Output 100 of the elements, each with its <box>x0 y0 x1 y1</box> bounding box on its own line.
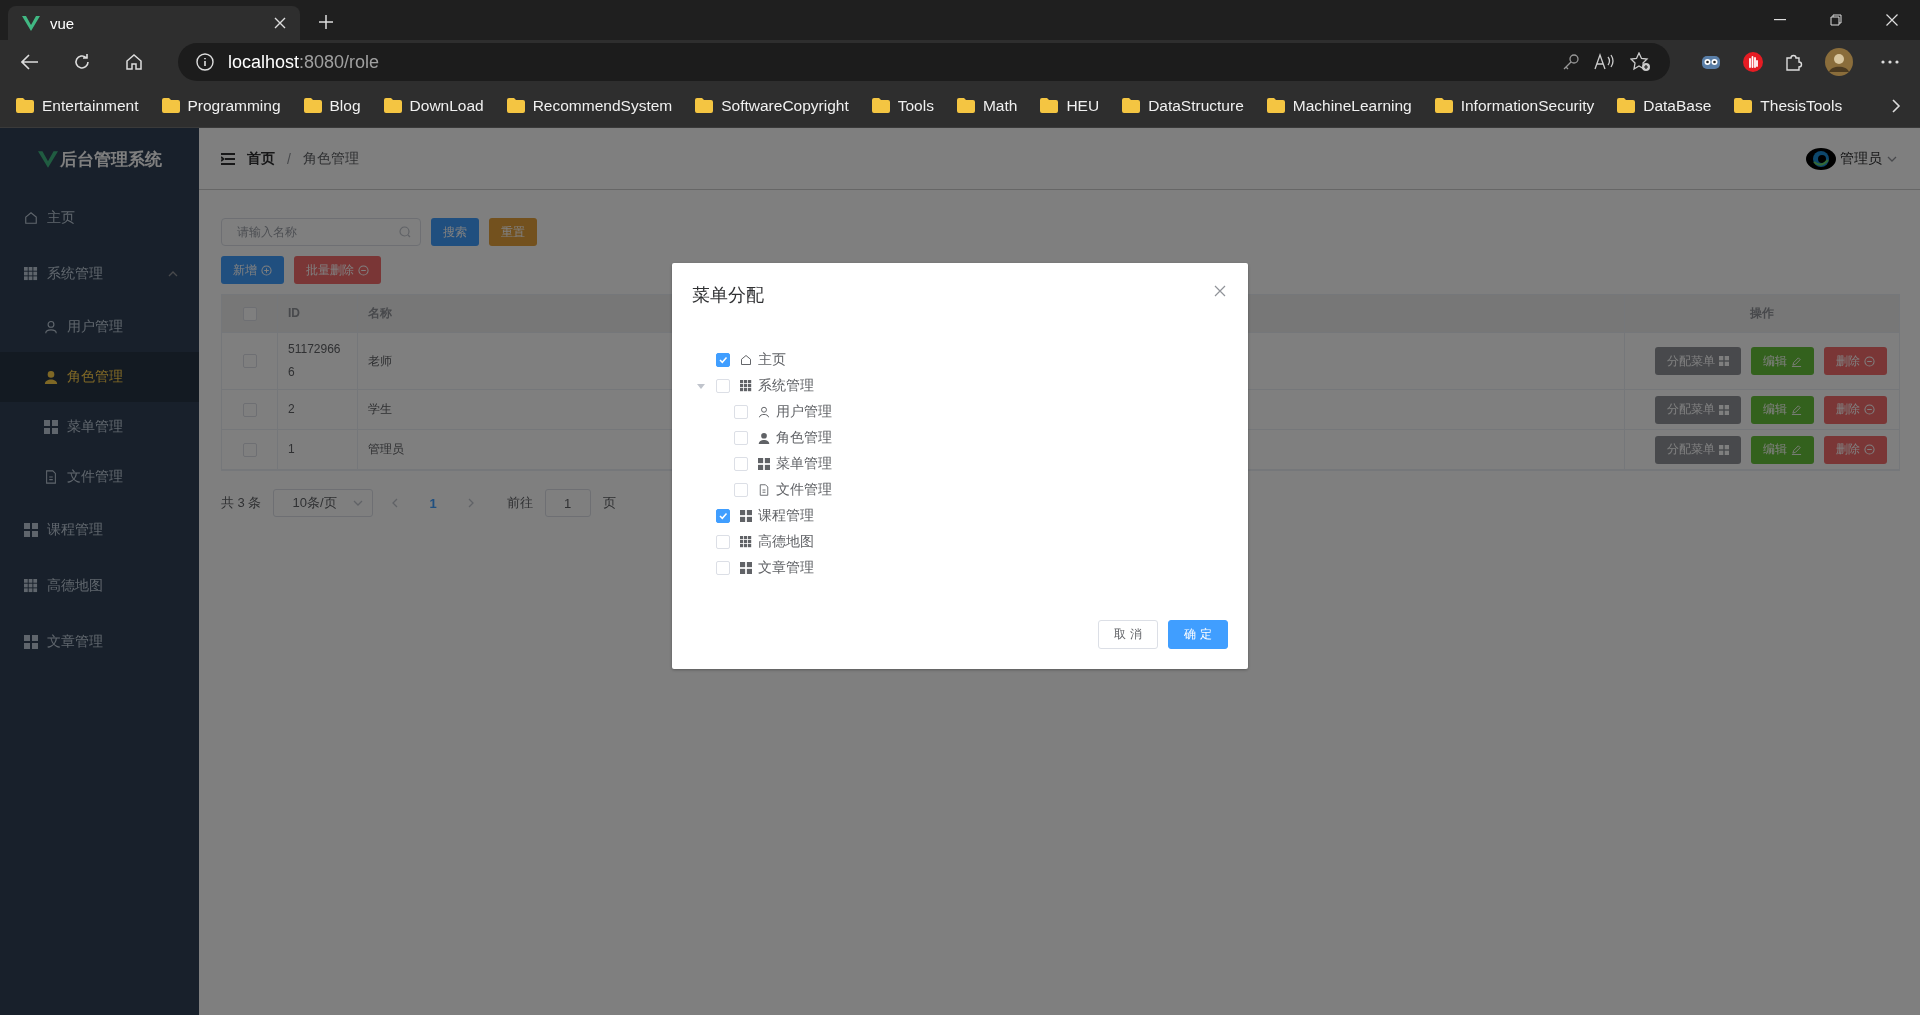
user-menu[interactable]: 管理员 <box>1806 147 1898 170</box>
goto-label: 前往 <box>506 494 533 512</box>
bookmark-item[interactable]: HEU <box>1040 96 1100 115</box>
breadcrumb-item: 角色管理 <box>302 149 359 168</box>
profile-avatar-icon[interactable] <box>1824 47 1854 77</box>
minus-circle-icon <box>1864 444 1875 455</box>
sidebar-item[interactable]: 文件管理 <box>0 452 199 502</box>
bookmark-item[interactable]: RecommendSystem <box>506 96 673 115</box>
tree-label: 系统管理 <box>758 377 814 395</box>
dialog-title: 菜单分配 <box>692 284 764 307</box>
close-icon <box>274 17 286 29</box>
page-input[interactable]: 1 <box>544 489 591 517</box>
folder-icon <box>1434 98 1453 113</box>
folder-icon <box>695 98 714 113</box>
tiles-icon <box>740 562 752 574</box>
app-title: 后台管理系统 <box>59 148 162 171</box>
puzzle-icon[interactable] <box>1784 52 1804 72</box>
batch-delete-button[interactable]: 批量删除 <box>294 256 381 284</box>
bookmark-item[interactable]: DataStructure <box>1122 96 1244 115</box>
bookmark-item[interactable]: ThesisTools <box>1734 96 1843 115</box>
tree-label: 主页 <box>758 351 786 369</box>
menu-icon[interactable] <box>221 152 235 165</box>
address-bar[interactable]: localhost:8080/role <box>178 43 1670 81</box>
grid-icon <box>24 267 38 281</box>
confirm-button[interactable]: 确 定 <box>1168 620 1228 649</box>
tree-label: 菜单管理 <box>776 455 832 473</box>
sidebar-item[interactable]: 角色管理 <box>0 352 199 402</box>
bookmark-item[interactable]: Programming <box>161 96 281 115</box>
key-icon[interactable] <box>1562 53 1580 71</box>
folder-icon <box>383 98 402 113</box>
checkbox[interactable] <box>716 353 730 367</box>
sidebar-item[interactable]: 主页 <box>0 190 199 246</box>
bookmark-item[interactable]: DataBase <box>1617 96 1712 115</box>
sidebar-item[interactable]: 用户管理 <box>0 302 199 352</box>
document-icon <box>758 484 770 496</box>
checkbox[interactable] <box>716 509 730 523</box>
browser-tab[interactable]: vue <box>8 6 300 40</box>
delete-button[interactable]: 删除 <box>1824 395 1887 424</box>
close-button[interactable] <box>1212 283 1228 299</box>
sidebar-item[interactable]: 课程管理 <box>0 502 199 558</box>
tiles-icon <box>44 420 58 434</box>
close-icon <box>1214 285 1226 297</box>
bookmark-item[interactable]: Math <box>956 96 1018 115</box>
home-icon <box>24 211 38 225</box>
home-icon <box>125 53 143 71</box>
tiles-icon <box>24 635 38 649</box>
sidebar-item[interactable]: 系统管理 <box>0 246 199 302</box>
page-number[interactable]: 1 <box>417 495 449 511</box>
pencil-icon <box>1791 444 1802 455</box>
bookmark-item[interactable]: Blog <box>303 96 361 115</box>
add-favorite-icon[interactable] <box>1630 52 1652 72</box>
minus-circle-icon <box>1864 404 1875 415</box>
tiles-icon <box>1719 356 1729 366</box>
table-cell-text: 老师 <box>368 352 392 370</box>
back-arrow-icon <box>21 54 39 70</box>
sidebar-item[interactable]: 高德地图 <box>0 558 199 614</box>
table-cell-text: 学生 <box>368 401 392 418</box>
checkmark-icon <box>718 511 728 521</box>
breadcrumb-separator: / <box>287 150 291 167</box>
avatar-icon <box>1812 149 1830 168</box>
bookmark-item[interactable]: SoftwareCopyright <box>695 96 849 115</box>
table-cell-text: 511729666 <box>288 341 342 381</box>
user-icon <box>758 406 770 418</box>
folder-icon <box>303 98 322 113</box>
edit-button[interactable]: 编辑 <box>1751 435 1814 464</box>
folder-icon <box>1266 98 1285 113</box>
add-button[interactable]: 新增 <box>221 256 284 284</box>
sidebar-item[interactable]: 菜单管理 <box>0 402 199 452</box>
user-icon <box>758 432 770 444</box>
delete-button[interactable]: 删除 <box>1824 347 1887 375</box>
tab-title: vue <box>50 14 76 32</box>
tree-label: 角色管理 <box>776 429 832 447</box>
search-button[interactable]: 搜索 <box>431 218 479 246</box>
tree-label: 课程管理 <box>758 507 814 525</box>
minus-circle-icon <box>1864 355 1875 367</box>
page-size-select[interactable]: 10条/页 <box>273 489 374 517</box>
sidebar-item[interactable]: 文章管理 <box>0 614 199 670</box>
bookmark-item[interactable]: MachineLearning <box>1266 96 1412 115</box>
tree-label: 文章管理 <box>758 559 814 577</box>
bookmark-item[interactable]: Tools <box>871 96 934 115</box>
bookmark-item[interactable]: Entertainment <box>16 96 139 115</box>
delete-button[interactable]: 删除 <box>1824 435 1887 464</box>
close-icon <box>1886 14 1898 26</box>
home-icon <box>740 354 752 366</box>
reset-button[interactable]: 重置 <box>489 218 537 246</box>
bookmark-item[interactable]: InformationSecurity <box>1434 96 1595 115</box>
edit-button[interactable]: 编辑 <box>1751 395 1814 424</box>
tree-label: 文件管理 <box>776 481 832 499</box>
plus-circle-icon <box>261 264 272 276</box>
table-cell-text: 2 <box>288 401 295 418</box>
cancel-button[interactable]: 取 消 <box>1098 620 1158 649</box>
edit-button[interactable]: 编辑 <box>1751 347 1814 375</box>
checkmark-icon <box>718 355 728 365</box>
bookmark-item[interactable]: DownLoad <box>383 96 484 115</box>
grid-icon <box>24 579 38 593</box>
breadcrumb-item[interactable]: 首页 <box>247 149 275 168</box>
read-aloud-icon[interactable] <box>1594 53 1616 71</box>
tree-label: 高德地图 <box>758 533 814 551</box>
grid-icon <box>740 380 752 392</box>
reload-icon <box>73 53 91 71</box>
